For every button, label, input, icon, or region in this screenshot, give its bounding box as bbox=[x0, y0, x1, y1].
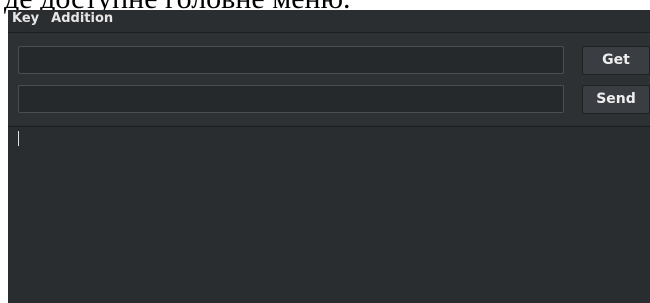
page: де доступне головне меню. Key Addition G… bbox=[0, 0, 650, 303]
app-window: Key Addition Get Send bbox=[8, 10, 650, 303]
text-cursor bbox=[18, 131, 19, 146]
request-panel: Get Send bbox=[8, 33, 650, 125]
send-value-input[interactable] bbox=[18, 85, 564, 113]
send-button[interactable]: Send bbox=[582, 85, 650, 114]
get-button[interactable]: Get bbox=[582, 46, 650, 75]
menu-addition[interactable]: Addition bbox=[45, 10, 119, 28]
get-key-input[interactable] bbox=[18, 46, 564, 74]
menu-bar: Key Addition bbox=[8, 10, 650, 33]
output-text-area[interactable] bbox=[8, 126, 650, 303]
menu-key[interactable]: Key bbox=[8, 10, 45, 28]
